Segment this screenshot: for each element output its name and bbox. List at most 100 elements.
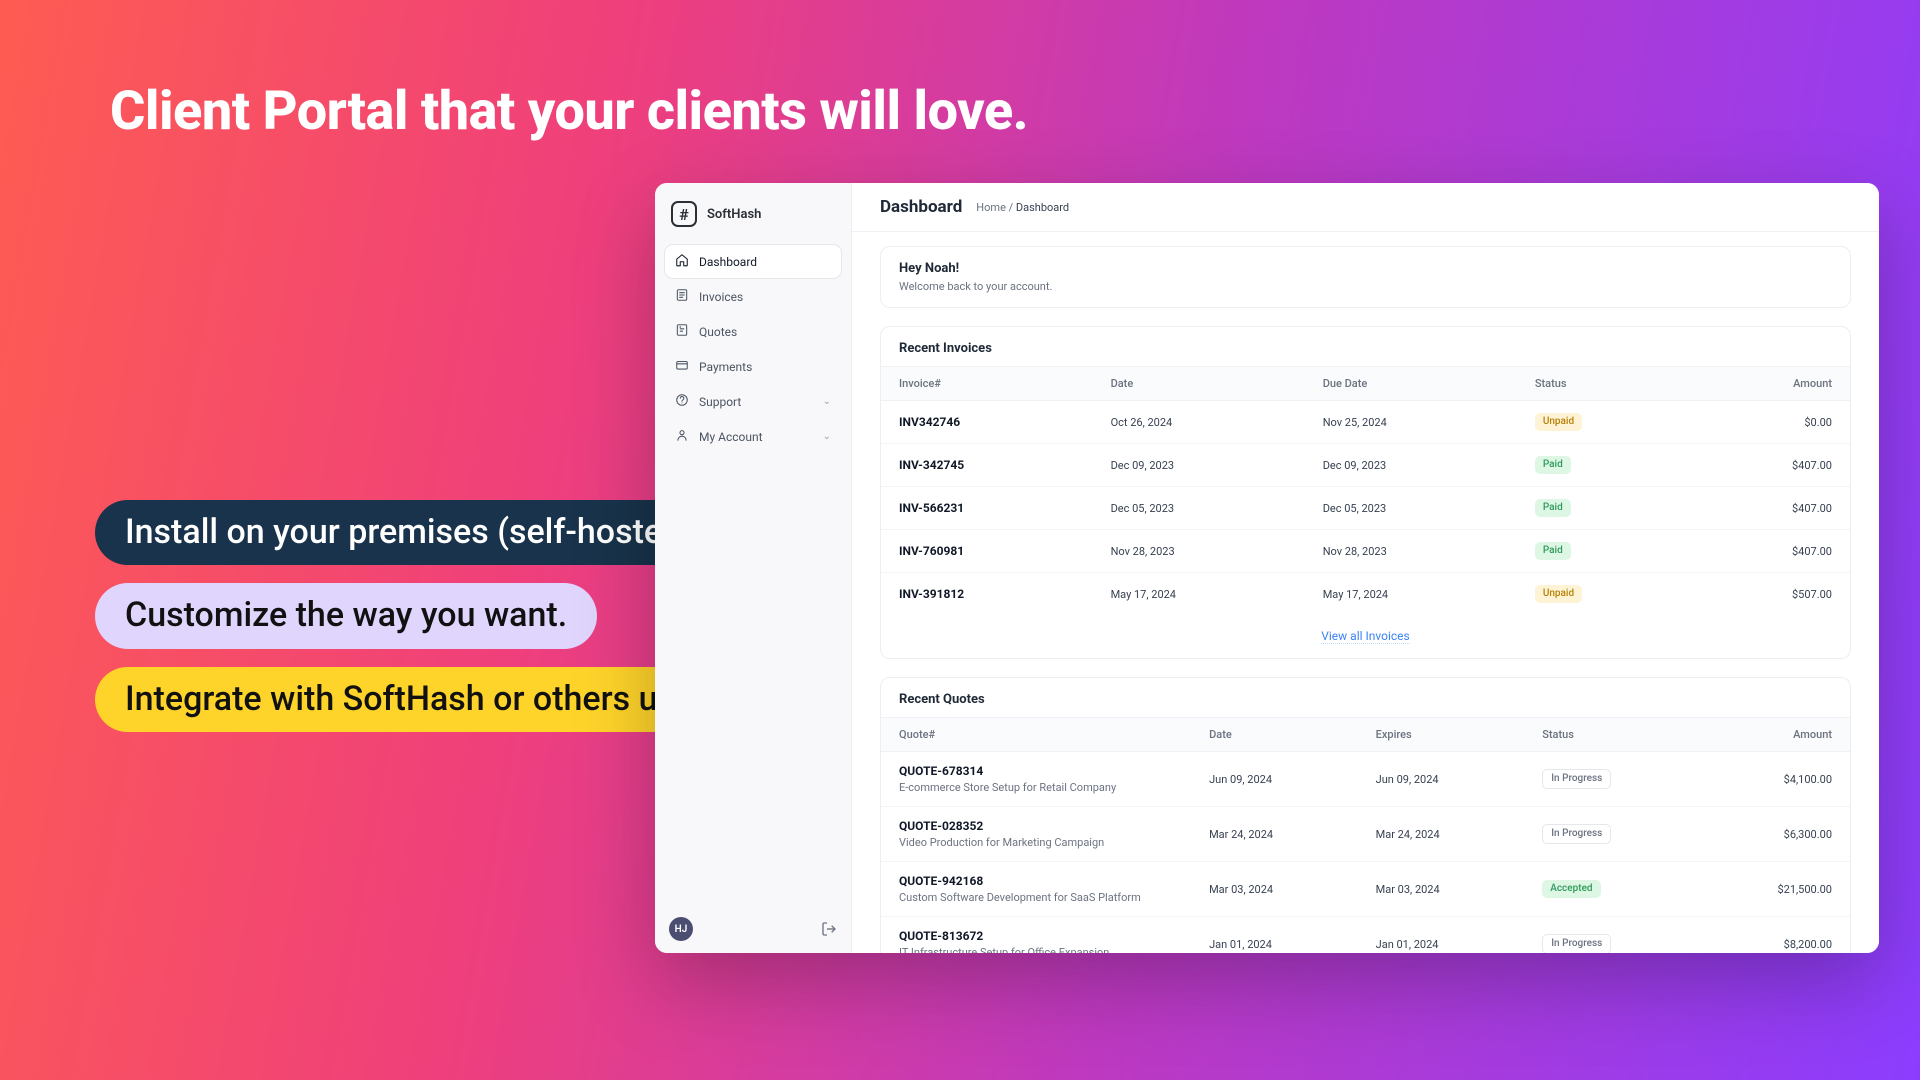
table-row[interactable]: QUOTE-678314 E-commerce Store Setup for R…: [881, 752, 1850, 807]
sidebar-item-quotes[interactable]: Quotes: [665, 315, 841, 348]
quote-amount: $8,200.00: [1699, 917, 1850, 954]
invoice-id: INV-760981: [899, 544, 964, 558]
status-badge: Paid: [1535, 542, 1571, 560]
status-badge: Paid: [1535, 499, 1571, 517]
sidebar-footer: HJ: [665, 911, 841, 943]
bullet-self-hosted: Install on your premises (self-hosted).: [95, 500, 733, 565]
home-icon: [675, 253, 689, 270]
col-quote-id: Quote#: [881, 718, 1191, 752]
breadcrumb: Home / Dashboard: [976, 201, 1069, 214]
invoice-id: INV342746: [899, 415, 960, 429]
greeting-subtitle: Welcome back to your account.: [899, 280, 1832, 293]
sidebar-item-label: Support: [699, 395, 813, 409]
invoice-icon: [675, 288, 689, 305]
invoice-amount: $407.00: [1691, 530, 1850, 573]
col-date: Date: [1093, 367, 1305, 401]
sidebar-item-label: Payments: [699, 360, 831, 374]
brand[interactable]: # SoftHash: [665, 197, 841, 245]
chevron-down-icon: ⌄: [823, 431, 831, 442]
greeting-title: Hey Noah!: [899, 261, 1832, 276]
sidebar: # SoftHash Dashboard Invoices Quotes Paymen…: [655, 183, 852, 953]
quote-id: QUOTE-028352: [899, 819, 983, 833]
status-badge: In Progress: [1542, 769, 1611, 789]
sidebar-item-label: Quotes: [699, 325, 831, 339]
col-expires: Expires: [1358, 718, 1525, 752]
page-title: Dashboard: [880, 197, 962, 217]
sidebar-item-support[interactable]: Support ⌄: [665, 385, 841, 418]
quote-expires: Jun 09, 2024: [1358, 752, 1525, 807]
quote-desc: E-commerce Store Setup for Retail Compan…: [899, 781, 1173, 794]
view-all-invoices-link[interactable]: View all Invoices: [1321, 629, 1409, 644]
recent-quotes-title: Recent Quotes: [881, 678, 1850, 717]
brand-name: SoftHash: [707, 207, 761, 222]
invoice-amount: $507.00: [1691, 573, 1850, 616]
table-row[interactable]: INV-342745 Dec 09, 2023Dec 09, 2023 Paid $4…: [881, 444, 1850, 487]
quote-amount: $4,100.00: [1699, 752, 1850, 807]
col-amount: Amount: [1691, 367, 1850, 401]
status-badge: Unpaid: [1535, 585, 1582, 603]
app-window: # SoftHash Dashboard Invoices Quotes Paymen…: [655, 183, 1879, 953]
card-icon: [675, 358, 689, 375]
quote-id: QUOTE-942168: [899, 874, 983, 888]
invoices-footer: View all Invoices: [881, 615, 1850, 658]
status-badge: Paid: [1535, 456, 1571, 474]
status-badge: In Progress: [1542, 934, 1611, 953]
quote-expires: Mar 03, 2024: [1358, 862, 1525, 917]
quote-date: Mar 24, 2024: [1191, 807, 1358, 862]
avatar[interactable]: HJ: [669, 917, 693, 941]
quote-amount: $6,300.00: [1699, 807, 1850, 862]
invoice-id: INV-566231: [899, 501, 964, 515]
invoices-table: Invoice# Date Due Date Status Amount INV…: [881, 366, 1850, 615]
chevron-down-icon: ⌄: [823, 396, 831, 407]
quote-icon: [675, 323, 689, 340]
invoice-date: May 17, 2024: [1093, 573, 1305, 616]
col-quote-amount: Amount: [1699, 718, 1850, 752]
invoice-date: Dec 09, 2023: [1093, 444, 1305, 487]
quote-amount: $21,500.00: [1699, 862, 1850, 917]
sidebar-item-label: Invoices: [699, 290, 831, 304]
quote-desc: Video Production for Marketing Campaign: [899, 836, 1173, 849]
brand-logo-icon: #: [671, 201, 697, 227]
quotes-table: Quote# Date Expires Status Amount QUOTE-…: [881, 717, 1850, 953]
user-icon: [675, 428, 689, 445]
col-due-date: Due Date: [1305, 367, 1517, 401]
invoice-due-date: Nov 25, 2024: [1305, 401, 1517, 444]
invoice-due-date: May 17, 2024: [1305, 573, 1517, 616]
status-badge: Unpaid: [1535, 413, 1582, 431]
recent-invoices-title: Recent Invoices: [881, 327, 1850, 366]
table-row[interactable]: INV-566231Dec 05, 2023Dec 05, 2023Paid$4…: [881, 487, 1850, 530]
page-header: Dashboard Home / Dashboard: [852, 183, 1879, 232]
quote-date: Jun 09, 2024: [1191, 752, 1358, 807]
sidebar-item-label: Dashboard: [699, 255, 831, 269]
sidebar-item-invoices[interactable]: Invoices: [665, 280, 841, 313]
quote-desc: Custom Software Development for SaaS Pla…: [899, 891, 1173, 904]
quote-expires: Jan 01, 2024: [1358, 917, 1525, 954]
main-body: Hey Noah! Welcome back to your account. …: [852, 232, 1879, 953]
quote-id: QUOTE-678314: [899, 764, 983, 778]
table-row[interactable]: QUOTE-813672IT Infrastructure Setup for …: [881, 917, 1850, 954]
greeting-card: Hey Noah! Welcome back to your account.: [880, 246, 1851, 308]
quote-date: Mar 03, 2024: [1191, 862, 1358, 917]
invoice-amount: $407.00: [1691, 444, 1850, 487]
sidebar-nav: DashboardInvoicesQuotesPaymentsSupport⌄M…: [665, 245, 841, 453]
invoice-amount: $0.00: [1691, 401, 1850, 444]
logout-icon[interactable]: [821, 921, 837, 937]
invoice-date: Dec 05, 2023: [1093, 487, 1305, 530]
status-badge: Accepted: [1542, 880, 1600, 898]
table-row[interactable]: INV-760981Nov 28, 2023Nov 28, 2023Paid$4…: [881, 530, 1850, 573]
sidebar-item-dashboard[interactable]: Dashboard: [665, 245, 841, 278]
sidebar-item-my-account[interactable]: My Account⌄: [665, 420, 841, 453]
table-row[interactable]: INV342746 Oct 26, 2024Nov 25, 2024 Unpaid $…: [881, 401, 1850, 444]
invoice-due-date: Dec 09, 2023: [1305, 444, 1517, 487]
invoice-due-date: Nov 28, 2023: [1305, 530, 1517, 573]
table-row[interactable]: QUOTE-942168 Custom Software Development …: [881, 862, 1850, 917]
table-row[interactable]: INV-391812May 17, 2024May 17, 2024Unpaid…: [881, 573, 1850, 616]
breadcrumb-home[interactable]: Home: [976, 201, 1006, 214]
breadcrumb-sep: /: [1006, 201, 1016, 214]
invoice-date: Oct 26, 2024: [1093, 401, 1305, 444]
status-badge: In Progress: [1542, 824, 1611, 844]
invoice-id: INV-342745: [899, 458, 964, 472]
quote-expires: Mar 24, 2024: [1358, 807, 1525, 862]
table-row[interactable]: QUOTE-028352 Video Production for Marketi…: [881, 807, 1850, 862]
sidebar-item-payments[interactable]: Payments: [665, 350, 841, 383]
